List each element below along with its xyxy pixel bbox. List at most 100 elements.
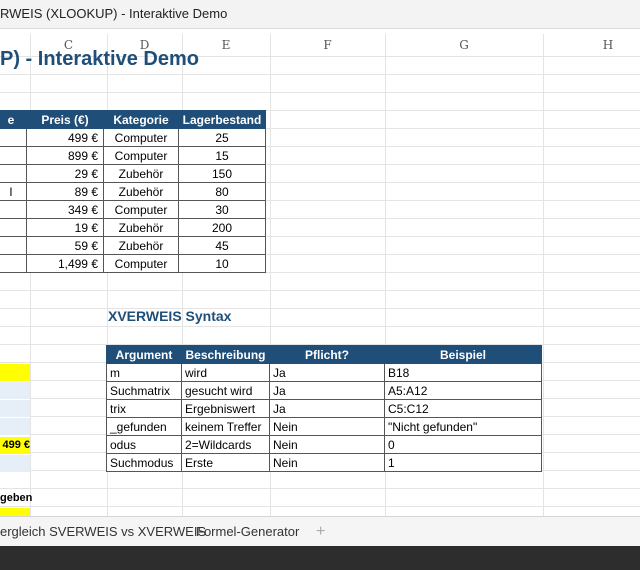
table-cell[interactable]: 899 € xyxy=(26,146,104,165)
table-cell[interactable]: Ja xyxy=(269,363,385,382)
table-cell[interactable]: C5:C12 xyxy=(384,399,542,418)
table-cell[interactable]: Zubehör xyxy=(103,182,179,201)
table-header: Pflicht? xyxy=(269,345,385,364)
input-cell[interactable] xyxy=(0,418,30,435)
table-row: Suchmodus Erste Nein 1 xyxy=(106,453,542,472)
highlighted-cell[interactable] xyxy=(0,508,30,516)
table-cell[interactable]: 1,499 € xyxy=(26,254,104,273)
table-cell[interactable]: m xyxy=(106,363,182,382)
table-cell[interactable]: odus xyxy=(106,435,182,454)
table-row: 1,499 € Computer 10 xyxy=(0,254,266,273)
table-cell[interactable]: Zubehör xyxy=(103,164,179,183)
table-cell[interactable]: Nein xyxy=(269,435,385,454)
table-cell[interactable]: Zubehör xyxy=(103,218,179,237)
table-cell[interactable]: 499 € xyxy=(26,128,104,147)
sheet-title: P) - Interaktive Demo xyxy=(0,48,199,70)
table-row: trix Ergebniswert Ja C5:C12 xyxy=(106,399,542,418)
table-row: 499 € Computer 25 xyxy=(0,128,266,147)
table-cell[interactable] xyxy=(0,128,27,147)
table-row: 349 € Computer 30 xyxy=(0,200,266,219)
table-cell[interactable] xyxy=(0,254,27,273)
table-header: Beschreibung xyxy=(181,345,270,364)
table-header: Argument xyxy=(106,345,182,364)
table-cell[interactable]: gesucht wird xyxy=(181,381,270,400)
add-sheet-button[interactable]: + xyxy=(316,517,325,547)
syntax-section-title: XVERWEIS Syntax xyxy=(108,308,232,324)
column-header-g[interactable]: G xyxy=(385,34,543,56)
table-cell[interactable] xyxy=(0,218,27,237)
table-cell[interactable]: 29 € xyxy=(26,164,104,183)
table-cell[interactable] xyxy=(0,146,27,165)
table-cell[interactable]: 349 € xyxy=(26,200,104,219)
table-row: _gefunden keinem Treffer Nein "Nicht gefund… xyxy=(106,417,542,436)
column-divider xyxy=(543,34,544,516)
table-cell[interactable]: _gefunden xyxy=(106,417,182,436)
table-row: 29 € Zubehör 150 xyxy=(0,164,266,183)
input-cell[interactable] xyxy=(0,400,30,417)
table-cell[interactable]: Nein xyxy=(269,417,385,436)
table-cell[interactable]: 2=Wildcards xyxy=(181,435,270,454)
table-cell[interactable] xyxy=(0,236,27,255)
window-title: RWEIS (XLOOKUP) - Interaktive Demo xyxy=(0,6,228,21)
tab-comparison[interactable]: ergleich SVERWEIS vs XVERWEIS xyxy=(0,517,206,547)
products-table: e Preis (€) Kategorie Lagerbestand 499 €… xyxy=(0,110,266,273)
table-cell[interactable]: 200 xyxy=(178,218,266,237)
table-cell[interactable]: 15 xyxy=(178,146,266,165)
table-cell[interactable]: Computer xyxy=(103,128,179,147)
table-cell[interactable]: 80 xyxy=(178,182,266,201)
syntax-table: Argument Beschreibung Pflicht? Beispiel … xyxy=(106,345,542,472)
table-cell[interactable]: Erste xyxy=(181,453,270,472)
input-cell[interactable] xyxy=(0,382,30,399)
table-header: Preis (€) xyxy=(26,110,104,129)
table-cell[interactable]: Computer xyxy=(103,200,179,219)
table-cell[interactable]: 150 xyxy=(178,164,266,183)
column-header-f[interactable]: F xyxy=(270,34,385,56)
table-cell[interactable]: 1 xyxy=(384,453,542,472)
table-cell[interactable]: 45 xyxy=(178,236,266,255)
table-header: Lagerbestand xyxy=(178,110,266,129)
table-cell[interactable]: 59 € xyxy=(26,236,104,255)
table-cell[interactable] xyxy=(0,164,27,183)
table-header: Beispiel xyxy=(384,345,542,364)
table-row: Suchmatrix gesucht wird Ja A5:A12 xyxy=(106,381,542,400)
syntax-header-row: Argument Beschreibung Pflicht? Beispiel xyxy=(106,345,542,364)
taskbar xyxy=(0,546,640,570)
table-cell[interactable]: 89 € xyxy=(26,182,104,201)
table-cell[interactable]: Ergebniswert xyxy=(181,399,270,418)
table-cell[interactable]: 25 xyxy=(178,128,266,147)
table-cell[interactable]: A5:A12 xyxy=(384,381,542,400)
lookup-input-cell[interactable] xyxy=(0,364,30,381)
table-header: Kategorie xyxy=(103,110,179,129)
products-header-row: e Preis (€) Kategorie Lagerbestand xyxy=(0,110,266,129)
table-cell[interactable]: 30 xyxy=(178,200,266,219)
table-cell[interactable]: Ja xyxy=(269,381,385,400)
table-cell[interactable]: Suchmodus xyxy=(106,453,182,472)
table-cell[interactable]: "Nicht gefunden" xyxy=(384,417,542,436)
table-cell[interactable]: 19 € xyxy=(26,218,104,237)
table-cell[interactable]: 10 xyxy=(178,254,266,273)
table-cell[interactable]: Suchmatrix xyxy=(106,381,182,400)
result-cell[interactable]: 499 € xyxy=(0,437,30,454)
table-row: 899 € Computer 15 xyxy=(0,146,266,165)
sheet-tabs-bar: ergleich SVERWEIS vs XVERWEIS Formel-Gen… xyxy=(0,516,640,547)
table-cell[interactable]: trix xyxy=(106,399,182,418)
input-cell[interactable] xyxy=(0,455,30,472)
table-cell[interactable]: Ja xyxy=(269,399,385,418)
table-header: e xyxy=(0,110,27,129)
table-cell[interactable]: wird xyxy=(181,363,270,382)
table-row: 19 € Zubehör 200 xyxy=(0,218,266,237)
column-header-h[interactable]: H xyxy=(543,34,640,56)
table-cell[interactable] xyxy=(0,200,27,219)
window-title-bar: RWEIS (XLOOKUP) - Interaktive Demo xyxy=(0,0,640,29)
table-cell[interactable]: keinem Treffer xyxy=(181,417,270,436)
table-cell[interactable]: 0 xyxy=(384,435,542,454)
table-cell[interactable]: Computer xyxy=(103,146,179,165)
table-cell[interactable]: l xyxy=(0,182,27,201)
table-cell[interactable]: Nein xyxy=(269,453,385,472)
table-row: l 89 € Zubehör 80 xyxy=(0,182,266,201)
table-cell[interactable]: Computer xyxy=(103,254,179,273)
tab-formula-generator[interactable]: Formel-Generator xyxy=(196,517,299,547)
table-cell[interactable]: Zubehör xyxy=(103,236,179,255)
table-row: m wird Ja B18 xyxy=(106,363,542,382)
table-cell[interactable]: B18 xyxy=(384,363,542,382)
